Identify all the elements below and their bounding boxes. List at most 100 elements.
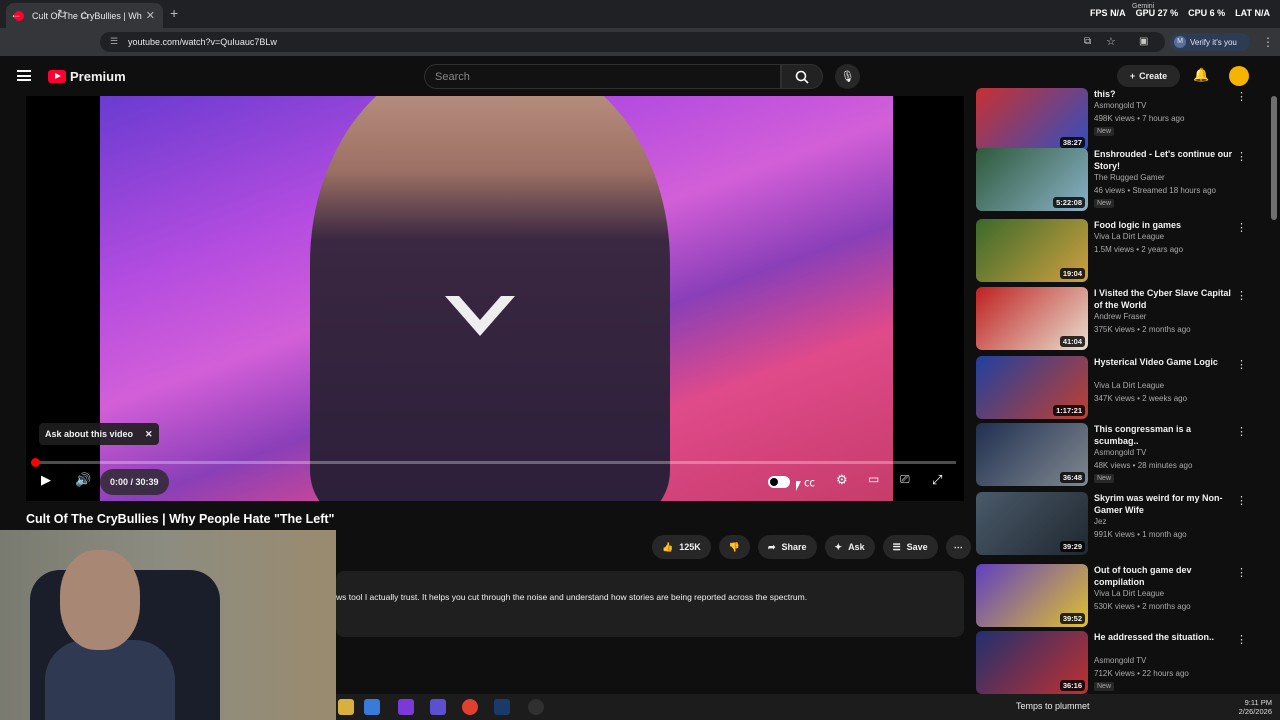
channel-name[interactable]: Asmongold TV	[1094, 448, 1146, 457]
profile-verify-button[interactable]: M Verify it's you	[1170, 33, 1250, 51]
recommendation-item[interactable]: 36:16 He addressed the situation.. Asmongo…	[976, 631, 1266, 695]
video-thumbnail[interactable]: 1:17:21	[976, 356, 1088, 419]
new-tab-icon[interactable]: +	[170, 5, 178, 21]
video-thumbnail[interactable]: 5:22:08	[976, 148, 1088, 211]
video-player[interactable]: Ask about this video ✕ ▶ 🔊 0:00 / 30:39 …	[26, 96, 964, 501]
channel-name[interactable]: Viva La Dirt League	[1094, 589, 1164, 598]
recommendation-item[interactable]: 39:29 Skyrim was weird for my Non-Gamer W…	[976, 492, 1266, 556]
store-icon[interactable]	[364, 699, 380, 715]
recommendation-item[interactable]: 1:17:21 Hysterical Video Game Logic Viva L…	[976, 356, 1266, 420]
dislike-button[interactable]: 👎	[718, 535, 750, 559]
steam-icon[interactable]	[494, 699, 510, 715]
cpu-readout: CPU 6 %	[1188, 8, 1226, 18]
bookmark-star-icon[interactable]: ☆	[1106, 35, 1116, 48]
search-button[interactable]	[781, 64, 823, 89]
volume-icon[interactable]: 🔊	[75, 472, 91, 488]
recommendation-item[interactable]: 36:48 This congressman is a scumbag.. Asmo…	[976, 423, 1266, 487]
voice-search-button[interactable]: 🎙	[835, 64, 860, 89]
captions-icon[interactable]: ㏄	[804, 474, 815, 490]
channel-name[interactable]: Viva La Dirt League	[1094, 381, 1164, 390]
recommendation-title[interactable]: this?	[1094, 88, 1234, 100]
youtube-logo[interactable]: Premium	[48, 69, 126, 84]
recommendation-title[interactable]: This congressman is a scumbag..	[1094, 423, 1234, 447]
recommendation-title[interactable]: Hysterical Video Game Logic	[1094, 356, 1234, 368]
recommendation-item[interactable]: 38:27 this? Asmongold TV 498K views • 7 hou…	[976, 88, 1266, 152]
share-icon: ➦	[767, 541, 776, 552]
side-panel-icon[interactable]: ▣	[1139, 36, 1148, 47]
scrubber-handle[interactable]	[31, 458, 40, 467]
close-tab-icon[interactable]: ✕	[146, 9, 155, 22]
home-icon[interactable]: ⌂	[81, 7, 88, 21]
install-icon[interactable]: ⧉	[1084, 36, 1091, 47]
reload-icon[interactable]: ↻	[57, 7, 67, 21]
play-icon[interactable]: ▶	[41, 472, 51, 488]
more-options-icon[interactable]: ⋮	[1236, 633, 1247, 646]
video-thumbnail[interactable]: 36:48	[976, 423, 1088, 486]
more-options-icon[interactable]: ⋮	[1236, 150, 1247, 163]
video-thumbnail[interactable]: 41:04	[976, 287, 1088, 350]
file-explorer-icon[interactable]	[338, 699, 354, 715]
more-options-icon[interactable]: ⋮	[1236, 494, 1247, 507]
close-icon[interactable]: ✕	[145, 429, 153, 440]
more-options-icon[interactable]: ⋮	[1236, 90, 1247, 103]
create-button[interactable]: + Create	[1117, 65, 1180, 87]
recommendation-title[interactable]: Skyrim was weird for my Non-Gamer Wife	[1094, 492, 1234, 516]
more-actions-button[interactable]: ⋯	[945, 535, 971, 559]
plus-icon: +	[1129, 71, 1136, 81]
channel-name[interactable]: Jez	[1094, 517, 1106, 526]
back-icon[interactable]: ←	[10, 7, 22, 21]
system-clock[interactable]: 9:11 PM 2/26/2026	[1239, 698, 1272, 716]
more-options-icon[interactable]: ⋮	[1236, 221, 1247, 234]
app2-icon[interactable]	[430, 699, 446, 715]
recommendation-title[interactable]: Enshrouded - Let's continue our Story!	[1094, 148, 1234, 172]
duration-badge: 36:16	[1059, 680, 1085, 691]
channel-name[interactable]: Asmongold TV	[1094, 656, 1146, 665]
recommendation-item[interactable]: 39:52 Out of touch game dev compilation Vi…	[976, 564, 1266, 628]
video-thumbnail[interactable]: 36:16	[976, 631, 1088, 694]
recommendation-title[interactable]: Food logic in games	[1094, 219, 1234, 231]
obs-icon[interactable]	[528, 699, 544, 715]
search-input[interactable]: Search	[424, 64, 781, 89]
more-options-icon[interactable]: ⋮	[1236, 566, 1247, 579]
weather-widget[interactable]: Temps to plummet	[1016, 701, 1090, 711]
user-avatar[interactable]	[1229, 66, 1249, 86]
more-options-icon[interactable]: ⋮	[1236, 425, 1247, 438]
recommendation-item[interactable]: 41:04 I Visited the Cyber Slave Capital o…	[976, 287, 1266, 351]
channel-name[interactable]: Andrew Fraser	[1094, 312, 1146, 321]
video-thumbnail[interactable]: 39:52	[976, 564, 1088, 627]
forward-icon[interactable]: →	[34, 7, 46, 21]
ask-about-video-chip[interactable]: Ask about this video ✕	[39, 423, 159, 445]
chrome-icon[interactable]	[462, 699, 478, 715]
recommendation-title[interactable]: He addressed the situation..	[1094, 631, 1234, 643]
recommendation-title[interactable]: Out of touch game dev compilation	[1094, 564, 1234, 588]
recommendation-title[interactable]: I Visited the Cyber Slave Capital of the…	[1094, 287, 1234, 311]
recommendation-item[interactable]: 19:04 Food logic in games Viva La Dirt Lea…	[976, 219, 1266, 283]
save-button[interactable]: ☰ Save	[882, 535, 938, 559]
description-box[interactable]: ws tool I actually trust. It helps you c…	[336, 571, 964, 637]
channel-name[interactable]: Asmongold TV	[1094, 101, 1146, 110]
video-thumbnail[interactable]: 39:29	[976, 492, 1088, 555]
notifications-bell-icon[interactable]: 🔔	[1193, 67, 1209, 83]
recommendation-item[interactable]: 5:22:08 Enshrouded - Let's continue our S…	[976, 148, 1266, 212]
channel-name[interactable]: Viva La Dirt League	[1094, 232, 1164, 241]
browser-menu-icon[interactable]: ⋮	[1262, 35, 1274, 49]
video-thumbnail[interactable]: 19:04	[976, 219, 1088, 282]
autoplay-toggle[interactable]	[768, 476, 790, 488]
miniplayer-icon[interactable]: ▭	[868, 472, 879, 486]
progress-bar[interactable]	[31, 458, 956, 467]
hamburger-menu-icon[interactable]	[17, 70, 31, 81]
site-info-icon[interactable]: ☰	[110, 36, 118, 47]
address-bar[interactable]: ☰ youtube.com/watch?v=QuIuauc7BLw	[100, 32, 1165, 52]
app-icon[interactable]	[398, 699, 414, 715]
scrollbar[interactable]	[1271, 96, 1277, 220]
cast-icon[interactable]: ⎚	[900, 472, 910, 487]
more-options-icon[interactable]: ⋮	[1236, 358, 1247, 371]
channel-name[interactable]: The Rugged Gamer	[1094, 173, 1165, 182]
share-button[interactable]: ➦ Share	[757, 535, 817, 559]
more-options-icon[interactable]: ⋮	[1236, 289, 1247, 302]
fullscreen-icon[interactable]: ⤢	[932, 472, 942, 488]
video-thumbnail[interactable]: 38:27	[976, 88, 1088, 151]
ask-button[interactable]: ✦ Ask	[824, 535, 875, 559]
like-button[interactable]: 👍 125K	[652, 535, 711, 559]
settings-gear-icon[interactable]: ⚙	[836, 472, 848, 488]
